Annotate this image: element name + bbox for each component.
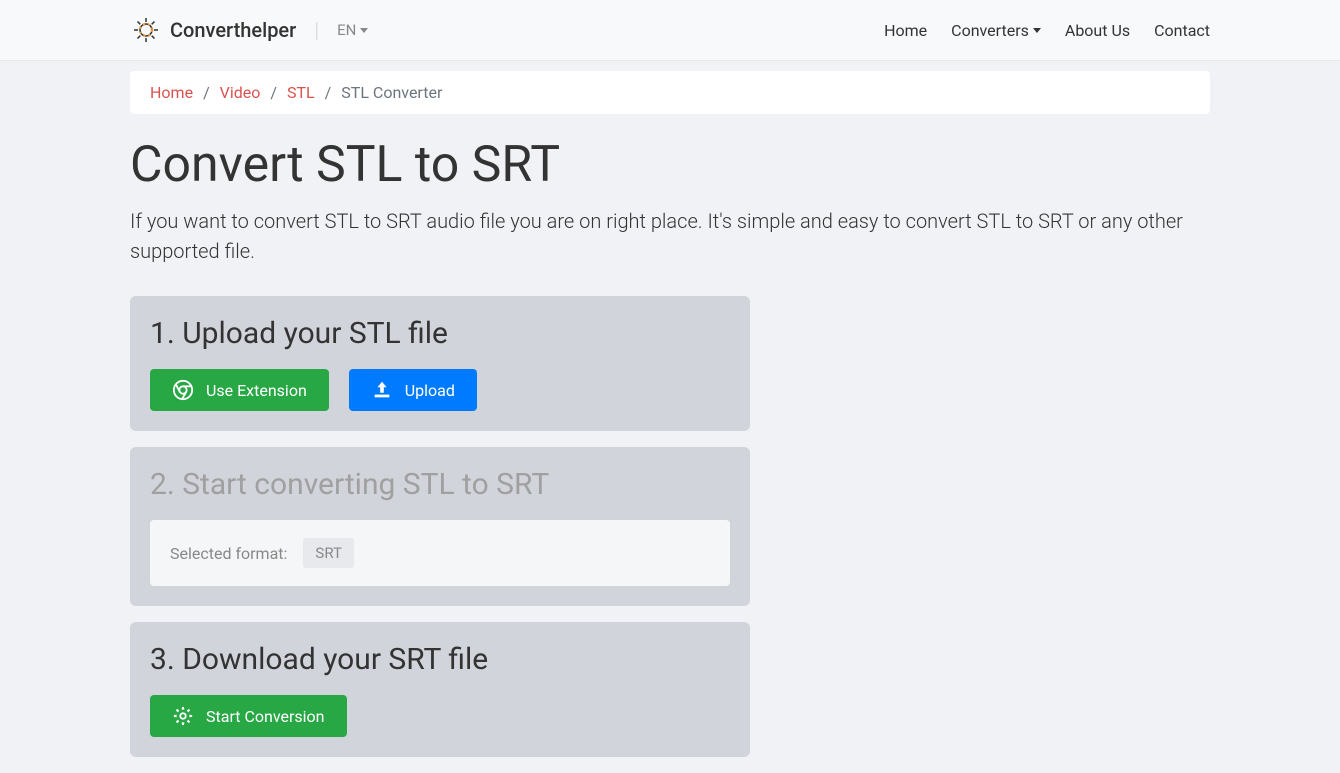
chevron-down-icon — [360, 28, 368, 33]
gear-logo-icon — [130, 14, 162, 46]
upload-button[interactable]: Upload — [349, 369, 477, 411]
page-title: Convert STL to SRT — [130, 136, 1210, 194]
nav-converters[interactable]: Converters — [951, 21, 1041, 40]
format-label: Selected format: — [170, 544, 287, 563]
start-conversion-label: Start Conversion — [206, 707, 325, 726]
language-selector[interactable]: EN — [337, 21, 368, 39]
breadcrumb-separator: / — [203, 83, 210, 102]
cog-icon — [172, 705, 194, 727]
breadcrumb-video[interactable]: Video — [220, 83, 261, 102]
use-extension-button[interactable]: Use Extension — [150, 369, 329, 411]
step2-card: 2. Start converting STL to SRT Selected … — [130, 447, 750, 606]
nav-links: Home Converters About Us Contact — [884, 21, 1210, 40]
nav-converters-label: Converters — [951, 21, 1029, 40]
chrome-icon — [172, 379, 194, 401]
step3-card: 3. Download your SRT file Start Conversi… — [130, 622, 750, 757]
breadcrumb-stl[interactable]: STL — [287, 83, 315, 102]
navbar: Converthelper | EN Home Converters About… — [0, 0, 1340, 61]
nav-about[interactable]: About Us — [1065, 21, 1130, 40]
format-badge[interactable]: SRT — [303, 538, 354, 568]
language-label: EN — [337, 21, 356, 39]
breadcrumb-separator: / — [270, 83, 277, 102]
use-extension-label: Use Extension — [206, 381, 307, 400]
upload-icon — [371, 379, 393, 401]
brand-name: Converthelper — [170, 18, 296, 42]
nav-home[interactable]: Home — [884, 21, 927, 40]
nav-contact[interactable]: Contact — [1154, 21, 1210, 40]
breadcrumb-current: STL Converter — [341, 83, 442, 102]
chevron-down-icon — [1033, 28, 1041, 33]
page-subtitle: If you want to convert STL to SRT audio … — [130, 206, 1210, 266]
format-box: Selected format: SRT — [150, 520, 730, 586]
breadcrumb: Home / Video / STL / STL Converter — [130, 71, 1210, 114]
step1-title: 1. Upload your STL file — [150, 316, 730, 351]
step2-title: 2. Start converting STL to SRT — [150, 467, 730, 502]
breadcrumb-home[interactable]: Home — [150, 83, 193, 102]
breadcrumb-separator: / — [325, 83, 332, 102]
start-conversion-button[interactable]: Start Conversion — [150, 695, 347, 737]
step3-title: 3. Download your SRT file — [150, 642, 730, 677]
brand[interactable]: Converthelper | EN — [130, 14, 368, 46]
step1-card: 1. Upload your STL file Use Extension — [130, 296, 750, 431]
upload-label: Upload — [405, 381, 455, 400]
separator: | — [314, 18, 319, 42]
